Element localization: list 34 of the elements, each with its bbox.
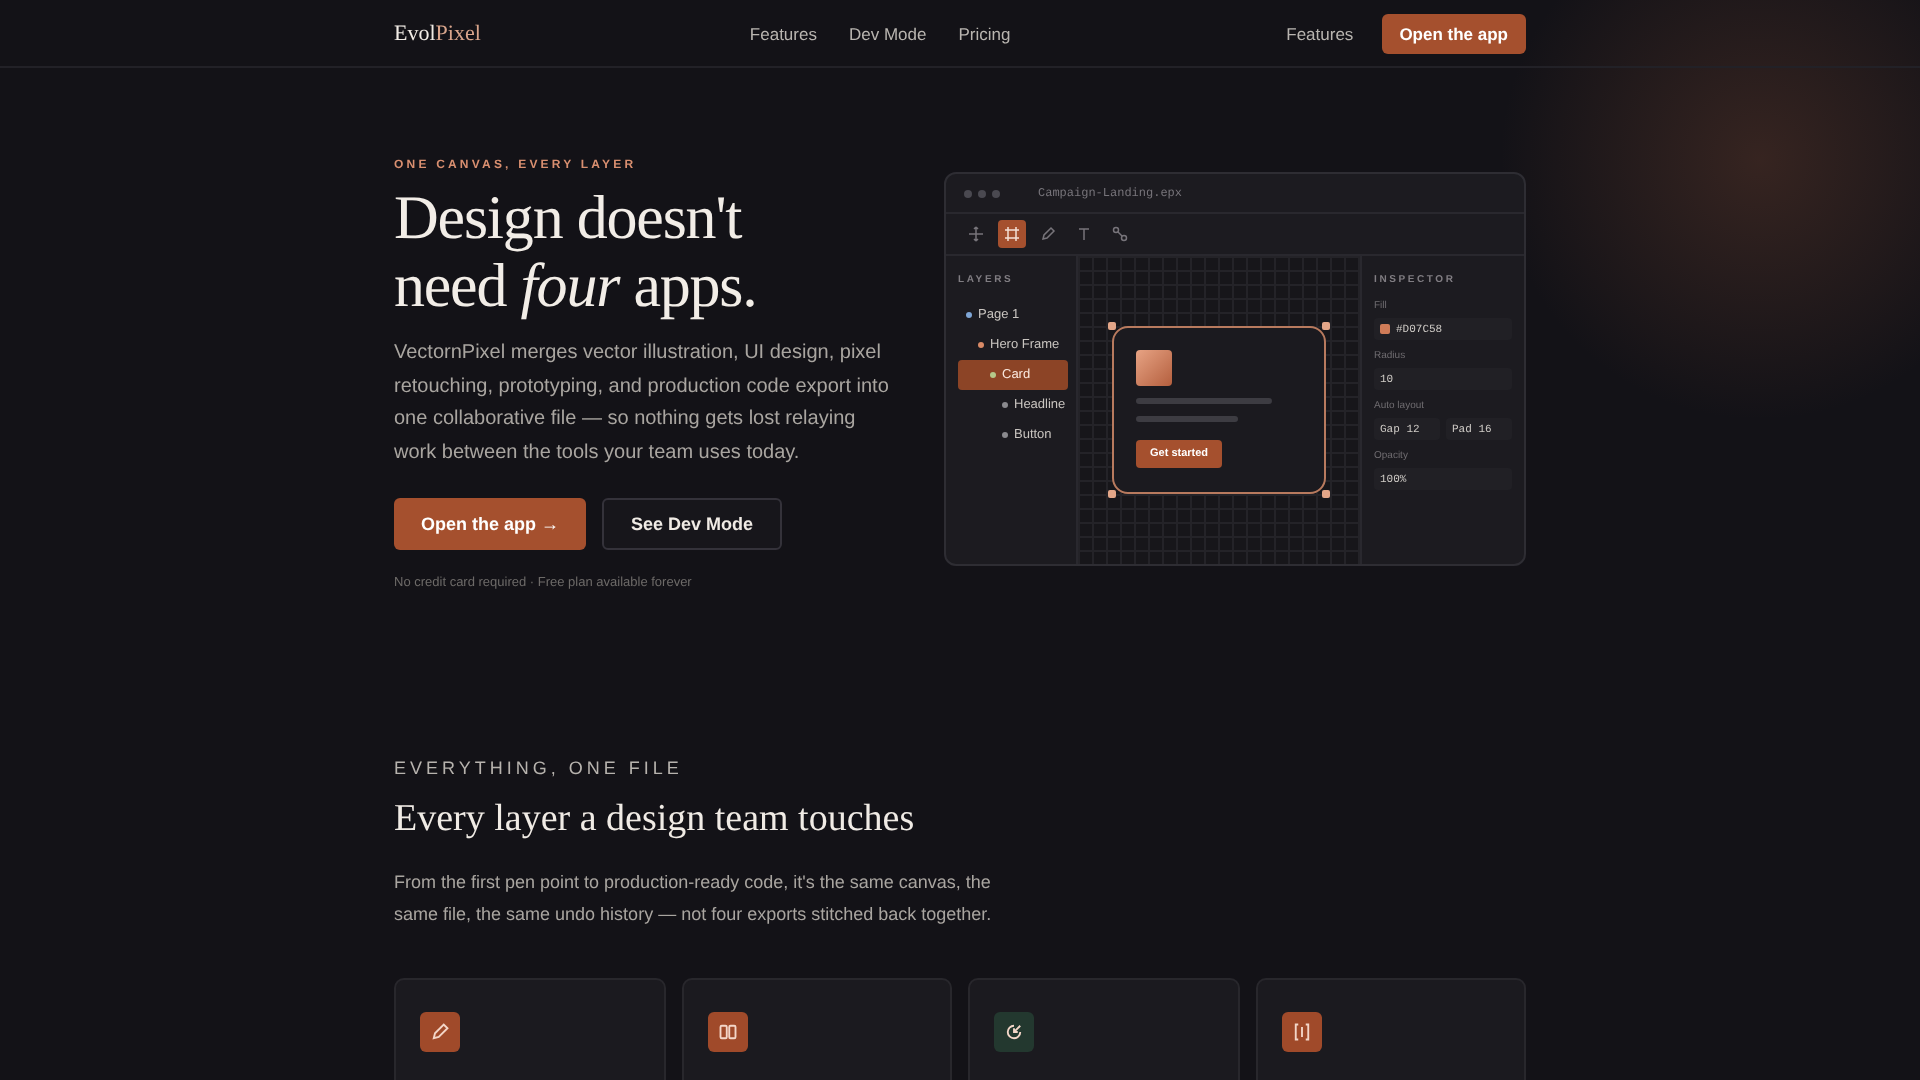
columns-icon <box>717 1022 737 1042</box>
selection-handle[interactable] <box>1322 322 1330 330</box>
dev-mode-button[interactable]: See Dev Mode <box>602 498 782 550</box>
window-dot <box>992 189 1000 197</box>
open-app-button[interactable]: Open the app → <box>394 498 586 550</box>
window-dot <box>964 189 972 197</box>
hero-title: Design doesn't <box>394 184 744 252</box>
hero-title: need four apps. <box>394 252 759 320</box>
selection-handle[interactable] <box>1108 490 1116 498</box>
crop-icon <box>1004 1022 1024 1042</box>
window-dot <box>978 189 986 197</box>
open-app-button[interactable]: Open the app <box>1381 13 1526 53</box>
move-icon <box>968 226 984 242</box>
nav-link[interactable]: Pricing <box>958 23 1011 43</box>
text-line <box>1136 398 1272 404</box>
pen-icon <box>1040 226 1056 242</box>
text-line <box>1136 416 1238 422</box>
section-heading: Every layer a design team touches <box>394 798 917 842</box>
tool-button[interactable] <box>998 220 1026 248</box>
nav-link[interactable]: Dev Mode <box>848 23 927 43</box>
text-icon <box>1076 226 1092 242</box>
frame-icon <box>1004 226 1020 242</box>
pencil-icon <box>430 1022 450 1042</box>
section-eyebrow: EVERYTHING, ONE FILE <box>394 758 685 778</box>
nav-link[interactable]: Features <box>1286 23 1354 43</box>
image-swatch <box>1136 350 1172 386</box>
selection-handle[interactable] <box>1108 322 1116 330</box>
brackets-icon <box>1291 1022 1311 1042</box>
nodes-icon <box>1112 226 1128 242</box>
selection-handle[interactable] <box>1322 490 1330 498</box>
section-description: From the first pen point to production-ready code, it's the same canvas, the same file, the same undo history — not four exports stitched back together. <box>394 870 994 928</box>
nav-link[interactable]: Features <box>749 23 817 43</box>
logo[interactable]: EvolPixel <box>394 21 694 45</box>
hero-description: VectornPixel merges vector illustration, UI design, pixel retouching, prototyping, and production code export into one collaborative file — so nothing gets lost relaying work between the tools your team uses today. <box>394 340 891 467</box>
